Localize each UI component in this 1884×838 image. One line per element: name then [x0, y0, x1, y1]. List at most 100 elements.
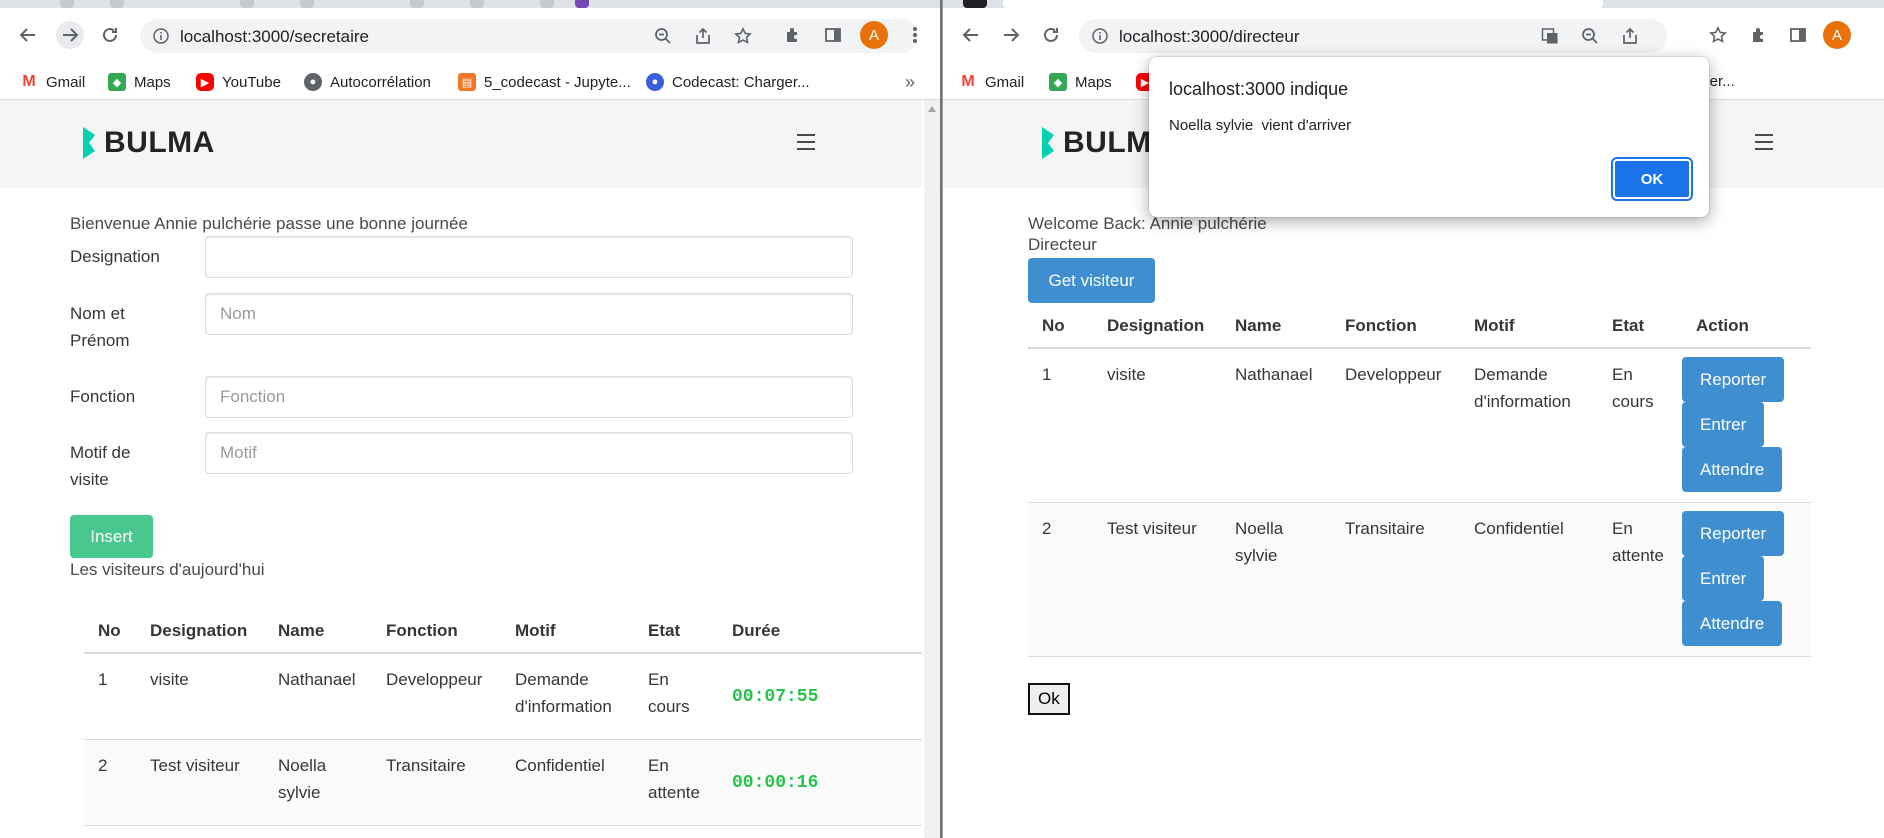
bookmarks-more-chevron[interactable]: »: [905, 72, 915, 93]
bookmark-youtube[interactable]: ▶ YouTube: [196, 73, 281, 91]
entrer-button[interactable]: Entrer: [1682, 402, 1765, 447]
cell-designation: visite: [136, 653, 264, 740]
reload-button[interactable]: [1037, 21, 1065, 49]
gmail-icon: M: [959, 73, 977, 91]
column-header: Designation: [1093, 304, 1221, 349]
column-header: Name: [1221, 304, 1331, 349]
bookmark-label: Autocorrélation: [330, 73, 431, 91]
bulma-logo[interactable]: BULMA: [80, 126, 215, 160]
url-text[interactable]: localhost:3000/directeur: [1119, 27, 1300, 47]
designation-input[interactable]: [205, 236, 853, 278]
codecast-icon: ●: [646, 73, 664, 91]
bookmark-label: Codecast: Charger...: [672, 73, 810, 91]
bookmark-label: Gmail: [985, 73, 1025, 91]
ok-button[interactable]: Ok: [1028, 683, 1070, 715]
column-header: Etat: [634, 609, 718, 654]
translate-icon[interactable]: [1539, 25, 1561, 47]
hamburger-menu-icon[interactable]: [1755, 134, 1773, 150]
welcome-text: Welcome Back: Annie pulchérie: [1028, 214, 1267, 233]
extensions-icon[interactable]: [780, 22, 806, 48]
forward-button[interactable]: [56, 21, 84, 49]
get-visiteur-button[interactable]: Get visiteur: [1028, 258, 1155, 303]
address-bar[interactable]: localhost:3000/directeur: [1079, 19, 1667, 53]
side-panel-icon[interactable]: [1785, 22, 1811, 48]
zoom-out-icon[interactable]: [652, 25, 674, 47]
insert-button[interactable]: Insert: [70, 515, 153, 558]
role-text: Directeur: [1028, 235, 1097, 254]
gmail-icon: M: [20, 73, 38, 91]
browser-toolbar: localhost:3000/secretaire A: [0, 8, 940, 66]
scroll-up-arrow-icon[interactable]: [928, 106, 936, 112]
bookmark-gmail[interactable]: M Gmail: [20, 73, 85, 91]
cell-no: 2: [84, 739, 136, 826]
profile-avatar[interactable]: A: [860, 21, 888, 49]
bookmark-star-icon[interactable]: [1705, 22, 1731, 48]
table-row: 2 Test visiteur Noella sylvie Transitair…: [1028, 502, 1811, 657]
dialog-ok-button[interactable]: OK: [1613, 159, 1691, 199]
info-icon[interactable]: [152, 27, 170, 45]
bookmark-gmail[interactable]: M Gmail: [959, 73, 1024, 91]
side-panel-icon[interactable]: [820, 22, 846, 48]
table-header-row: No Designation Name Fonction Motif Etat …: [1028, 304, 1811, 349]
vertical-scrollbar[interactable]: [924, 100, 940, 838]
reload-button[interactable]: [96, 21, 124, 49]
table-row: 1 visite Nathanael Developpeur Demande d…: [84, 653, 922, 740]
bulma-logo-icon: [83, 127, 95, 159]
cell-motif: Confidentiel: [1460, 502, 1598, 657]
info-icon[interactable]: [1091, 27, 1109, 45]
cell-motif: Confidentiel: [501, 739, 634, 826]
cell-etat: En attente: [634, 739, 718, 826]
designation-label: Designation: [70, 247, 160, 266]
bookmark-codecast[interactable]: ● Codecast: Charger...: [646, 73, 810, 91]
name-input[interactable]: [205, 293, 853, 335]
column-header: Durée: [718, 609, 922, 654]
hamburger-menu-icon[interactable]: [797, 134, 815, 150]
visitors-heading: Les visiteurs d'aujourd'hui: [70, 560, 265, 579]
cell-motif: Demande d'information: [1460, 348, 1598, 503]
page-viewport: BULMA Bienvenue Annie pulchérie passe un…: [0, 100, 940, 838]
cell-name: Nathanael: [264, 653, 372, 740]
cell-fonction: Transitaire: [372, 739, 501, 826]
function-input[interactable]: [205, 376, 853, 418]
motif-label: Motif de visite: [70, 443, 131, 489]
cell-no: 1: [84, 653, 136, 740]
arrow-right-icon: [63, 28, 79, 42]
bookmark-star-icon[interactable]: [732, 25, 754, 47]
tab-strip[interactable]: [943, 0, 1884, 8]
entrer-button[interactable]: Entrer: [1682, 556, 1765, 601]
cell-fonction: Developpeur: [372, 653, 501, 740]
navbar: BULMA: [0, 100, 922, 188]
forward-button[interactable]: [997, 21, 1025, 49]
column-header: Motif: [501, 609, 634, 654]
share-icon[interactable]: [692, 25, 714, 47]
cell-designation: Test visiteur: [1093, 502, 1221, 657]
logo-text: BULMA: [104, 126, 215, 159]
bookmark-autocorrelation[interactable]: ● Autocorrélation: [304, 73, 431, 91]
reporter-button[interactable]: Reporter: [1682, 511, 1785, 556]
back-button[interactable]: [14, 21, 42, 49]
bookmark-label: 5_codecast - Jupyte...: [484, 73, 631, 91]
attendre-button[interactable]: Attendre: [1682, 601, 1783, 646]
bookmark-maps[interactable]: ◆ Maps: [108, 73, 171, 91]
back-button[interactable]: [957, 21, 985, 49]
url-text[interactable]: localhost:3000/secretaire: [180, 27, 369, 47]
globe-icon: ●: [304, 73, 322, 91]
bookmark-maps[interactable]: ◆ Maps: [1049, 73, 1112, 91]
maps-icon: ◆: [1049, 73, 1067, 91]
action-buttons: Reporter Entrer Attendre: [1682, 511, 1811, 646]
tab-strip[interactable]: [0, 0, 940, 8]
bookmark-jupyter[interactable]: ▤ 5_codecast - Jupyte...: [458, 73, 631, 91]
attendre-button[interactable]: Attendre: [1682, 447, 1783, 492]
motif-input[interactable]: [205, 432, 853, 474]
bookmark-label: Gmail: [46, 73, 86, 91]
profile-avatar[interactable]: A: [1823, 21, 1851, 49]
bookmark-label: YouTube: [222, 73, 281, 91]
reporter-button[interactable]: Reporter: [1682, 357, 1785, 402]
extensions-icon[interactable]: [1746, 22, 1772, 48]
zoom-out-icon[interactable]: [1579, 25, 1601, 47]
column-header: Fonction: [1331, 304, 1460, 349]
share-icon[interactable]: [1619, 25, 1641, 47]
column-header: Designation: [136, 609, 264, 654]
table-header-row: No Designation Name Fonction Motif Etat …: [84, 609, 922, 654]
menu-dots-icon[interactable]: [902, 22, 928, 48]
